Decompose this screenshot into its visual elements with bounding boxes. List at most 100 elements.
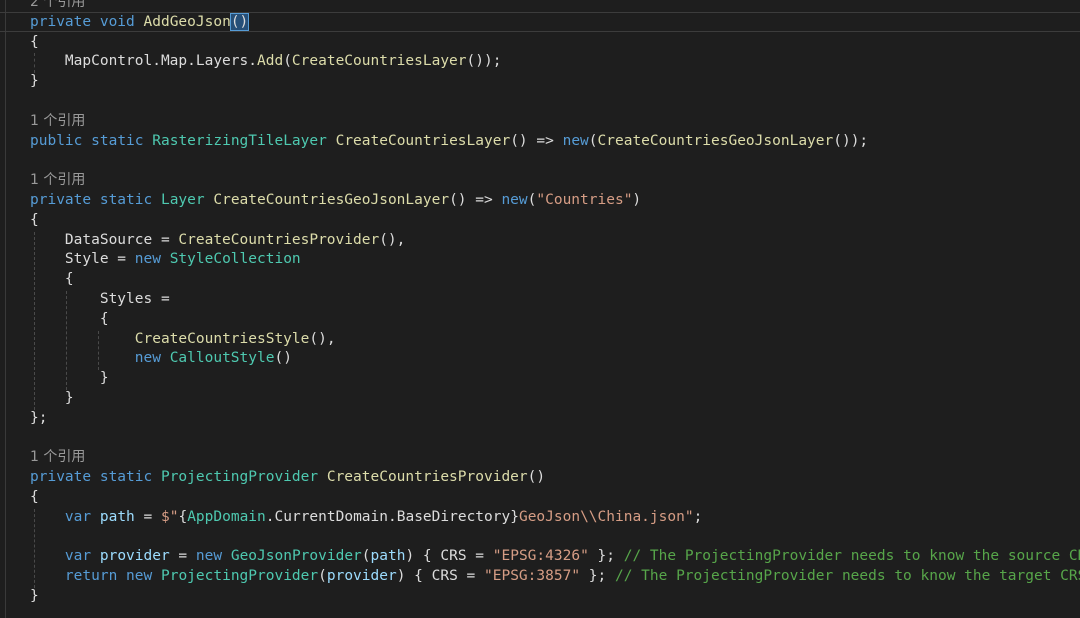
code-line[interactable]: new CalloutStyle() <box>30 348 292 368</box>
code-token: Styles = <box>30 291 170 307</box>
gutter-divider <box>5 0 6 618</box>
code-line[interactable]: { <box>30 269 74 289</box>
code-token: $" <box>160 508 179 525</box>
codelens-references[interactable]: 1 个引用 <box>30 113 85 129</box>
code-token: CreateCountriesGeoJsonLayer <box>597 132 834 149</box>
code-line[interactable]: { <box>30 309 109 329</box>
code-token: () => <box>449 192 502 208</box>
code-token: "Countries" <box>536 192 633 208</box>
code-line[interactable]: 1 个引用 <box>30 111 85 131</box>
code-token: ( <box>283 53 292 70</box>
code-token: static <box>91 132 144 149</box>
code-line[interactable]: } <box>30 586 39 606</box>
code-token: () => <box>510 132 563 149</box>
code-line[interactable]: } <box>30 388 74 408</box>
codelens-references[interactable]: 1 个引用 <box>30 172 85 188</box>
code-line[interactable]: Style = new StyleCollection <box>30 249 301 269</box>
code-token: . <box>265 508 275 525</box>
code-line[interactable]: }; <box>30 408 47 428</box>
code-token: GeoJson\\China.json" <box>518 508 694 525</box>
code-line[interactable]: 1 个引用 <box>30 170 85 190</box>
indent-guide <box>34 53 35 74</box>
code-line[interactable]: } <box>30 368 109 388</box>
code-token: ( <box>318 568 327 585</box>
code-line[interactable]: 2 个引用 <box>30 0 85 12</box>
code-token: } <box>510 508 519 525</box>
code-token: CreateCountriesProvider <box>178 231 380 248</box>
code-line[interactable]: private static ProjectingProvider Create… <box>30 467 545 487</box>
code-token: () <box>527 469 546 486</box>
code-line[interactable]: var provider = new GeoJsonProvider(path)… <box>30 546 1080 566</box>
code-token: private <box>30 469 92 486</box>
indent-guide <box>98 330 99 371</box>
code-line[interactable]: { <box>30 487 39 507</box>
code-token: StyleCollection <box>169 251 301 268</box>
codelens-references[interactable]: 1 个引用 <box>30 449 85 465</box>
code-editor[interactable]: 2 个引用 private void AddGeoJson(){ MapContr… <box>0 0 1080 618</box>
code-line[interactable]: return new ProjectingProvider(provider) … <box>30 566 1080 586</box>
code-token: ) { CRS = <box>396 568 485 585</box>
code-token: CurrentDomain <box>274 508 389 525</box>
code-token: CreateCountriesStyle <box>134 330 310 347</box>
code-token: { <box>30 211 39 228</box>
code-line[interactable]: { <box>30 210 39 230</box>
code-line[interactable]: var path = $"{AppDomain.CurrentDomain.Ba… <box>30 507 702 527</box>
code-line[interactable]: CreateCountriesStyle(), <box>30 329 336 349</box>
code-token: ProjectingProvider <box>160 568 319 585</box>
code-token: RasterizingTileLayer <box>152 132 327 149</box>
code-token: CreateCountriesGeoJsonLayer <box>213 192 450 208</box>
code-token: CreateCountriesProvider <box>326 469 528 486</box>
code-token: new <box>195 548 223 565</box>
code-token: { <box>30 310 109 327</box>
code-token: CalloutStyle <box>169 350 275 367</box>
codelens-references[interactable]: 2 个引用 <box>30 0 85 10</box>
code-token: Layer <box>160 192 205 208</box>
code-line[interactable]: Styles = <box>30 289 170 309</box>
code-token: // The ProjectingProvider needs to know … <box>623 548 1080 565</box>
code-token: path <box>370 548 406 565</box>
code-line[interactable]: 1 个引用 <box>30 447 85 467</box>
code-token: new <box>126 568 153 585</box>
code-token: "EPSG:4326" <box>492 548 589 565</box>
code-token: ()); <box>833 132 869 149</box>
code-token: = <box>134 508 161 525</box>
code-token: ( <box>588 132 598 149</box>
code-line[interactable]: MapControl.Map.Layers.Add(CreateCountrie… <box>30 51 502 71</box>
code-line[interactable]: private void AddGeoJson() <box>30 12 250 32</box>
code-line[interactable]: { <box>30 32 39 52</box>
code-line[interactable]: public static RasterizingTileLayer Creat… <box>30 131 868 151</box>
code-token: { <box>30 33 39 50</box>
code-token: ( <box>361 548 371 565</box>
code-token: CreateCountriesLayer <box>291 53 467 70</box>
code-token: } <box>30 370 109 387</box>
code-token: }; <box>30 409 48 426</box>
code-token: { <box>30 489 39 505</box>
code-token: AppDomain <box>187 508 266 525</box>
code-token: Style = <box>30 251 135 268</box>
code-token: new <box>562 132 589 149</box>
code-token: ()); <box>466 53 502 70</box>
code-token: public <box>30 132 83 149</box>
code-line[interactable]: private static Layer CreateCountriesGeoJ… <box>30 190 641 210</box>
code-token: DataSource = <box>30 231 179 248</box>
code-token: } <box>30 588 39 604</box>
code-token: new <box>134 350 161 367</box>
code-line[interactable]: } <box>30 71 39 91</box>
code-token: () <box>229 12 250 31</box>
code-line[interactable]: DataSource = CreateCountriesProvider(), <box>30 230 406 250</box>
code-token: ) <box>632 192 642 208</box>
